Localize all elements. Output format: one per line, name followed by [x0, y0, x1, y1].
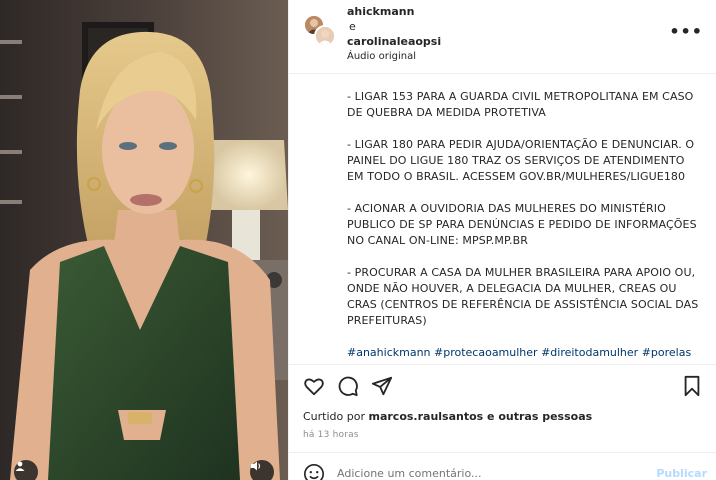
- audio-toggle-button[interactable]: [250, 460, 274, 480]
- post-video[interactable]: [0, 0, 288, 480]
- caption-paragraph: - ACIONAR A OUVIDORIA DAS MULHERES DO MI…: [347, 202, 697, 247]
- post-caption: - LIGAR 153 PARA A GUARDA CIVIL METROPOL…: [289, 75, 716, 365]
- caption-paragraph: - LIGAR 180 PARA PEDIR AJUDA/ORIENTAÇÃO …: [347, 138, 695, 183]
- audio-link[interactable]: Áudio original: [347, 49, 441, 64]
- comment-icon[interactable]: [337, 375, 359, 397]
- post-side-panel: ahickmann e carolinaleaopsi Áudio origin…: [288, 0, 716, 480]
- post-header: ahickmann e carolinaleaopsi Áudio origin…: [289, 0, 716, 74]
- username-link[interactable]: ahickmann: [347, 4, 441, 19]
- liker-username[interactable]: marcos.raulsantos: [368, 410, 483, 423]
- likes-summary[interactable]: Curtido por marcos.raulsantos e outras p…: [303, 410, 592, 423]
- speaker-icon: [251, 461, 261, 471]
- share-icon[interactable]: [371, 375, 393, 397]
- avatar-photo: [316, 27, 334, 45]
- username-link[interactable]: carolinaleaopsi: [347, 34, 441, 49]
- heart-icon[interactable]: [303, 375, 325, 397]
- more-dots-icon[interactable]: •••: [669, 22, 703, 41]
- emoji-icon[interactable]: [303, 463, 325, 480]
- avatar[interactable]: [314, 25, 336, 47]
- bookmark-icon[interactable]: [681, 375, 703, 397]
- video-frame: [0, 0, 288, 480]
- comment-input[interactable]: [337, 467, 637, 480]
- tag-people-button[interactable]: [14, 460, 38, 480]
- collab-names: ahickmann e carolinaleaopsi Áudio origin…: [347, 4, 441, 64]
- comment-bar: Publicar: [289, 452, 716, 480]
- likes-prefix: Curtido por: [303, 410, 369, 423]
- collab-avatars[interactable]: [303, 14, 337, 48]
- post-timestamp[interactable]: há 13 horas: [303, 430, 359, 440]
- action-bar: [289, 364, 716, 406]
- caption-paragraph: - LIGAR 153 PARA A GUARDA CIVIL METROPOL…: [347, 90, 694, 119]
- hashtag-links[interactable]: #anahickmann #protecaoamulher #direitoda…: [347, 345, 699, 361]
- publish-button[interactable]: Publicar: [656, 467, 707, 480]
- caption-paragraph: - PROCURAR A CASA DA MULHER BRASILEIRA P…: [347, 266, 699, 327]
- conjunction-text: e: [349, 20, 356, 33]
- person-icon: [15, 461, 25, 471]
- likes-suffix[interactable]: e outras pessoas: [483, 410, 592, 423]
- instagram-post: ahickmann e carolinaleaopsi Áudio origin…: [0, 0, 716, 480]
